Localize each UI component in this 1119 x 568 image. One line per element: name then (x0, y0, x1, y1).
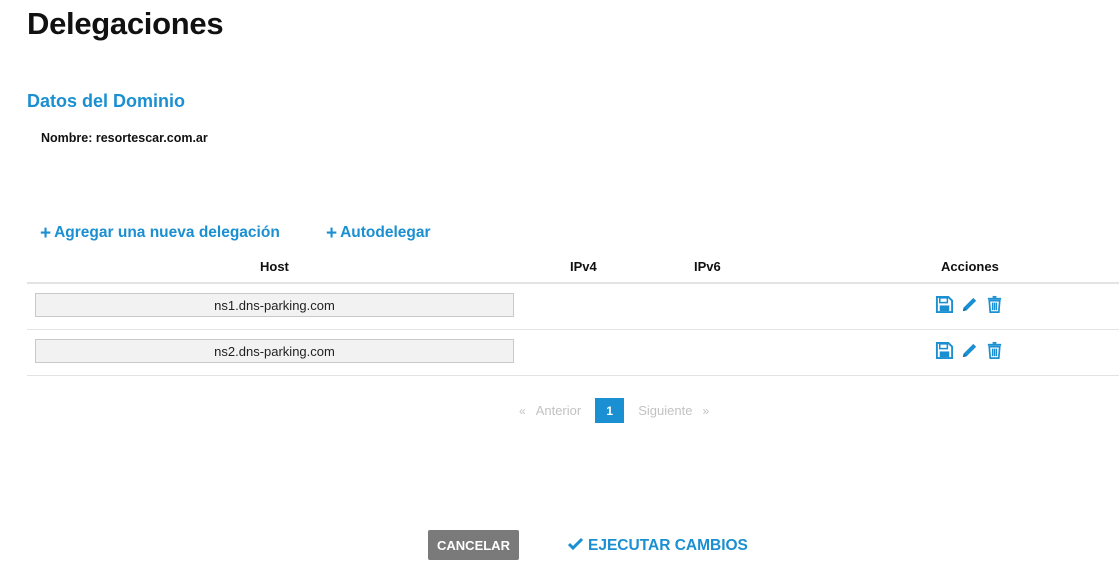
domain-name-label: Nombre: resortescar.com.ar (41, 131, 208, 145)
delegations-table: Host IPv4 IPv6 Acciones (27, 252, 1119, 376)
cancel-button[interactable]: CANCELAR (428, 530, 519, 560)
plus-icon: + (326, 222, 338, 244)
header-host: Host (260, 259, 289, 274)
table-row (27, 330, 1119, 376)
header-acciones: Acciones (941, 259, 999, 274)
add-delegation-link[interactable]: + Agregar una nueva delegación (40, 222, 280, 244)
domain-section-title: Datos del Dominio (27, 91, 186, 111)
pagination-prev-arrow[interactable]: « (519, 404, 526, 418)
add-delegation-label: Agregar una nueva delegación (54, 224, 280, 241)
pagination-next[interactable]: Siguiente (638, 403, 692, 418)
autodelegate-link[interactable]: + Autodelegar (326, 222, 431, 244)
execute-changes-button[interactable]: EJECUTAR CAMBIOS (567, 537, 748, 555)
execute-changes-label: EJECUTAR CAMBIOS (588, 537, 748, 554)
pagination-next-arrow[interactable]: » (702, 404, 709, 418)
table-header: Host IPv4 IPv6 Acciones (27, 252, 1119, 284)
page-title: Delegaciones (27, 6, 224, 41)
header-ipv4: IPv4 (570, 259, 597, 274)
save-icon[interactable] (935, 341, 954, 360)
trash-icon[interactable] (985, 341, 1004, 360)
header-ipv6: IPv6 (694, 259, 721, 274)
save-icon[interactable] (935, 295, 954, 314)
host-input[interactable] (35, 293, 514, 317)
pagination-prev[interactable]: Anterior (536, 403, 582, 418)
autodelegate-label: Autodelegar (340, 224, 431, 241)
edit-pencil-icon[interactable] (960, 295, 979, 314)
checkmark-icon (567, 537, 584, 555)
plus-icon: + (40, 222, 52, 244)
table-row (27, 284, 1119, 330)
row-actions (935, 341, 1004, 360)
trash-icon[interactable] (985, 295, 1004, 314)
edit-pencil-icon[interactable] (960, 341, 979, 360)
host-input[interactable] (35, 339, 514, 363)
pagination-current-page[interactable]: 1 (595, 398, 625, 423)
pagination: « Anterior 1 Siguiente » (519, 398, 709, 423)
row-actions (935, 295, 1004, 314)
